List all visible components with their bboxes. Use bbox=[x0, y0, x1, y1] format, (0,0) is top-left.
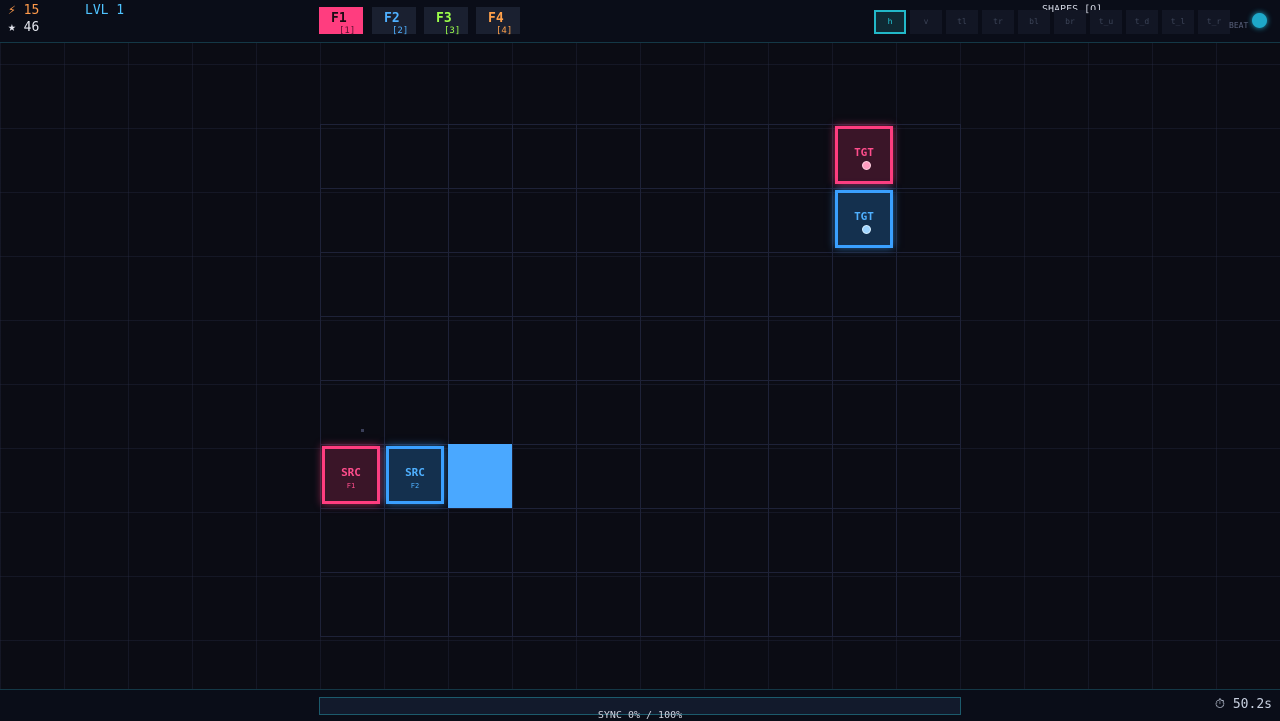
shape-button-tr[interactable]: tr bbox=[982, 10, 1014, 34]
function-tab-key: [1] bbox=[339, 26, 356, 36]
function-tab-name: F3 bbox=[436, 11, 452, 26]
placed-horizontal-pipe[interactable] bbox=[448, 444, 512, 508]
board-marker bbox=[361, 429, 364, 432]
beat-label: BEAT bbox=[1229, 21, 1249, 30]
shape-button-v[interactable]: v bbox=[910, 10, 942, 34]
target-socket-icon bbox=[862, 161, 871, 170]
function-tab-f1[interactable]: F1 [1] bbox=[319, 7, 363, 36]
shape-button-t-u[interactable]: t_u bbox=[1090, 10, 1122, 34]
function-tab-f3[interactable]: F3 [3] bbox=[424, 7, 468, 36]
target-socket-icon bbox=[862, 225, 871, 234]
energy-counter: ⚡ 15 bbox=[8, 3, 40, 18]
top-bar: ⚡ 15 ★ 46 LVL 1 F1 [1] F2 [2] F3 [3] F4 … bbox=[0, 0, 1280, 43]
source-node-pink[interactable]: SRC F1 bbox=[322, 446, 380, 504]
function-tab-f4[interactable]: F4 [4] bbox=[476, 7, 520, 36]
beat-indicator-icon bbox=[1252, 13, 1267, 28]
function-tab-f2[interactable]: F2 [2] bbox=[372, 7, 416, 36]
source-node-label: SRC bbox=[405, 466, 425, 479]
shape-button-tl[interactable]: tl bbox=[946, 10, 978, 34]
source-node-label: SRC bbox=[341, 466, 361, 479]
stars-counter: ★ 46 bbox=[8, 20, 40, 35]
shape-button-t-l[interactable]: t_l bbox=[1162, 10, 1194, 34]
target-node-label: TGT bbox=[854, 210, 874, 223]
shape-button-bl[interactable]: bl bbox=[1018, 10, 1050, 34]
function-tab-name: F2 bbox=[384, 11, 400, 26]
source-node-function: F1 bbox=[346, 482, 356, 490]
function-tab-key: [4] bbox=[496, 26, 513, 36]
timer: ⏱ 50.2s bbox=[1214, 697, 1272, 712]
shape-button-h[interactable]: h bbox=[874, 10, 906, 34]
target-node-pink[interactable]: TGT bbox=[835, 126, 893, 184]
function-tab-name: F1 bbox=[331, 11, 347, 26]
shape-button-br[interactable]: br bbox=[1054, 10, 1086, 34]
target-node-label: TGT bbox=[854, 146, 874, 159]
sync-label: SYNC 0% / 100% bbox=[597, 710, 683, 721]
shape-button-t-r[interactable]: t_r bbox=[1198, 10, 1230, 34]
level-indicator: LVL 1 bbox=[85, 3, 125, 18]
target-node-blue[interactable]: TGT bbox=[835, 190, 893, 248]
function-tab-key: [2] bbox=[392, 26, 409, 36]
shape-button-t-d[interactable]: t_d bbox=[1126, 10, 1158, 34]
function-tab-key: [3] bbox=[444, 26, 461, 36]
function-tab-name: F4 bbox=[488, 11, 504, 26]
source-node-function: F2 bbox=[410, 482, 420, 490]
source-node-blue[interactable]: SRC F2 bbox=[386, 446, 444, 504]
